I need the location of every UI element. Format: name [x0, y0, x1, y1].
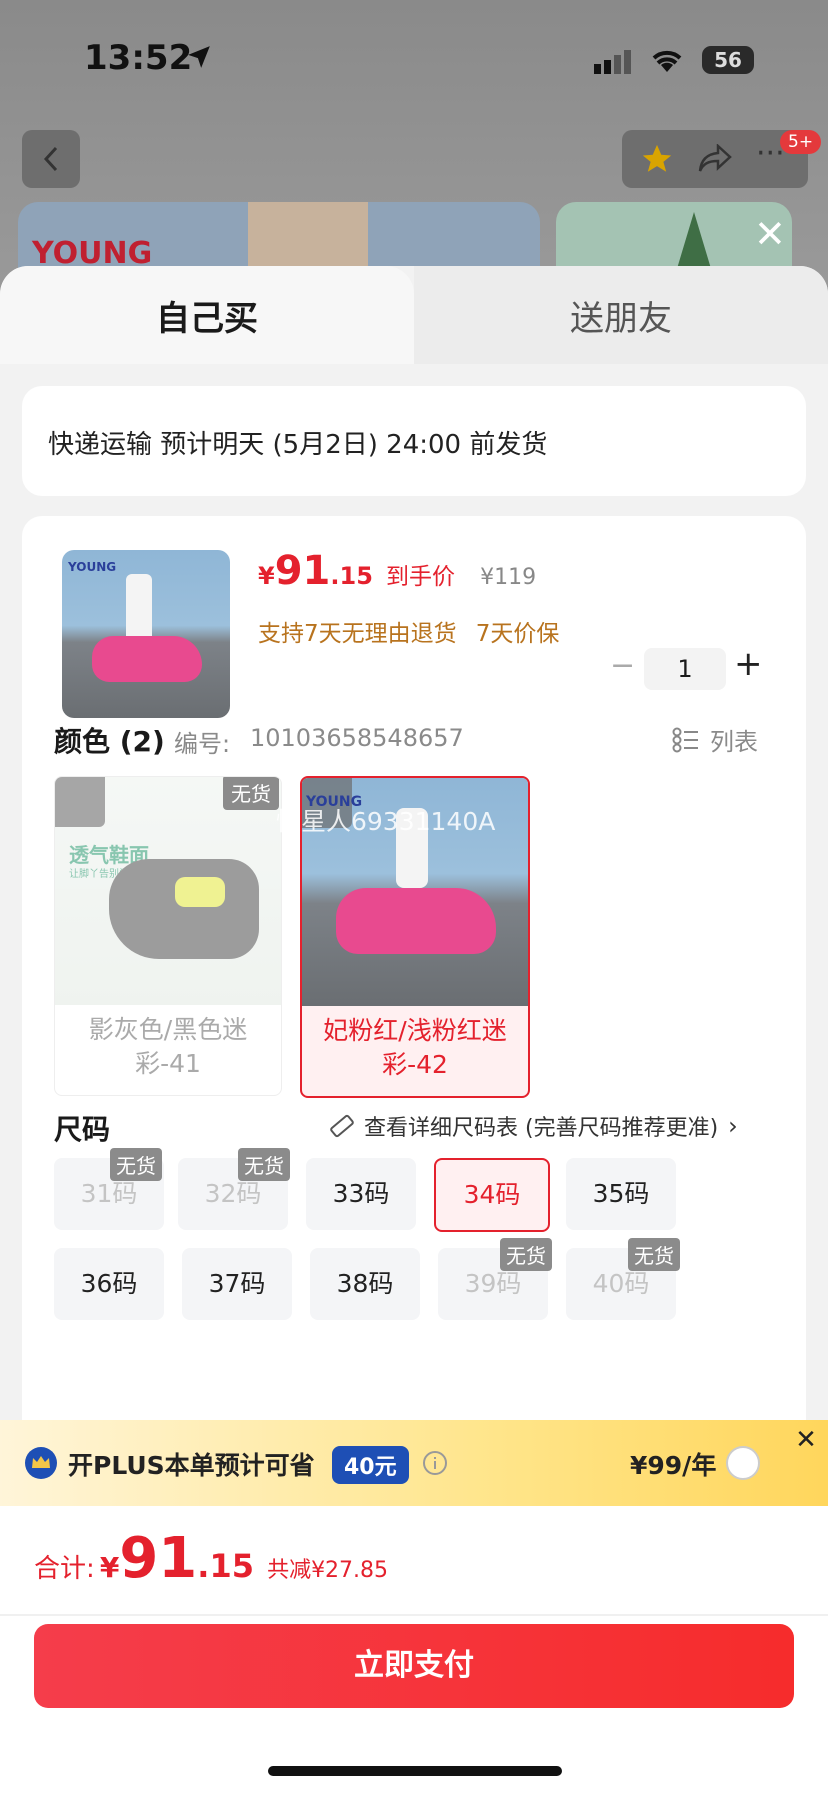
promo-return: 支持7天无理由退货	[258, 621, 457, 647]
size-label: 35码	[592, 1179, 650, 1208]
item-code-label: 编号:	[174, 730, 231, 758]
out-of-stock-tag: 无货	[500, 1238, 552, 1271]
color-option-gray[interactable]: 透气鞋面 让脚丫告别闷热 影灰色/黑色迷彩-41 无货	[54, 776, 282, 1096]
out-of-stock-tag: 无货	[628, 1238, 680, 1271]
shoe-insole-shape	[175, 877, 225, 907]
color-option-label: 影灰色/黑色迷彩-41	[88, 1015, 248, 1078]
plus-radio[interactable]	[726, 1446, 760, 1480]
crown-icon	[25, 1447, 57, 1479]
size-label: 34码	[463, 1180, 521, 1209]
list-icon	[672, 727, 698, 752]
sock-shape	[126, 574, 152, 644]
size-label: 40码	[592, 1269, 650, 1298]
shoe-gray-shape	[109, 859, 259, 959]
total-label: 合计:	[34, 1554, 95, 1584]
size-chart-link[interactable]: 查看详细尺码表 (完善尺码推荐更准) ›	[328, 1110, 738, 1142]
watermark-text: 慢星人69331140A	[276, 807, 496, 836]
size-label: 39码	[464, 1269, 522, 1298]
plus-save-amount: 40元	[332, 1446, 409, 1484]
color-option-label: 妃粉红/浅粉红迷彩-42	[323, 1016, 507, 1079]
cellular-signal-icon	[594, 50, 631, 74]
wifi-icon	[652, 50, 682, 72]
list-label: 列表	[710, 728, 758, 756]
out-of-stock-tag: 无货	[238, 1148, 290, 1181]
total-integer: 91	[119, 1526, 198, 1591]
location-arrow-icon	[188, 46, 210, 68]
shoe-pink-shape	[336, 888, 496, 954]
size-label: 32码	[204, 1179, 262, 1208]
size-label: 38码	[336, 1269, 394, 1298]
close-sheet-button[interactable]: ✕	[754, 214, 786, 254]
size-option-34[interactable]: 34码	[434, 1158, 550, 1232]
share-icon[interactable]	[698, 144, 732, 174]
out-of-stock-tag: 无货	[223, 777, 279, 810]
star-icon[interactable]	[640, 142, 674, 176]
pay-now-button[interactable]: 立即支付	[34, 1624, 794, 1708]
promo-price-protect: 7天价保	[475, 621, 560, 647]
quantity-minus-button[interactable]: −	[610, 648, 635, 683]
battery-indicator: 56	[702, 46, 754, 74]
expand-icon[interactable]	[55, 777, 105, 827]
price-integer: 91	[274, 548, 331, 594]
tab-gift-label: 送朋友	[570, 298, 672, 339]
info-icon[interactable]	[422, 1450, 448, 1476]
price-decimal: .15	[330, 562, 373, 590]
quantity-plus-button[interactable]: +	[734, 644, 763, 684]
size-label: 31码	[80, 1179, 138, 1208]
promo-row: 支持7天无理由退货 7天价保	[258, 614, 559, 648]
delivery-card[interactable]: 快递运输 预计明天 (5月2日) 24:00 前发货	[22, 386, 806, 496]
list-view-toggle[interactable]: 列表	[672, 722, 758, 757]
size-label: 33码	[332, 1179, 390, 1208]
size-chart-text: 查看详细尺码表 (完善尺码推荐更准)	[364, 1116, 719, 1141]
chevron-right-icon: ›	[728, 1112, 738, 1140]
original-price: ¥119	[480, 565, 537, 590]
plus-text: 开PLUS本单预计可省	[68, 1451, 315, 1480]
ruler-icon	[330, 1114, 354, 1138]
tab-self[interactable]: 自己买	[0, 266, 414, 374]
size-section-title: 尺码	[54, 1113, 111, 1146]
size-option-36[interactable]: 36码	[54, 1248, 164, 1320]
total-row: 合计: ¥91.15 共减¥27.85	[34, 1526, 388, 1591]
tree-decoration	[676, 212, 712, 272]
notification-badge: 5+	[780, 130, 822, 154]
size-option-33[interactable]: 33码	[306, 1158, 416, 1230]
price-row: ¥91.15 到手价 ¥119	[258, 548, 536, 594]
delivery-text: 快递运输 预计明天 (5月2日) 24:00 前发货	[48, 430, 548, 460]
size-option-37[interactable]: 37码	[182, 1248, 292, 1320]
plus-close-icon[interactable]: ✕	[784, 1420, 828, 1460]
plus-price: ¥99/年	[630, 1451, 717, 1480]
divider	[0, 1614, 828, 1616]
price-label: 到手价	[385, 564, 455, 590]
thumb-brand: YOUNG	[68, 560, 117, 574]
back-button[interactable]	[22, 130, 80, 188]
chevron-left-icon	[43, 146, 58, 172]
tab-self-label: 自己买	[156, 298, 258, 339]
color-section-title: 颜色 (2)	[54, 725, 165, 758]
size-label: 37码	[208, 1269, 266, 1298]
size-label: 36码	[80, 1269, 138, 1298]
status-time: 13:52	[84, 38, 193, 78]
total-discount: 共减¥27.85	[267, 1558, 389, 1583]
size-option-35[interactable]: 35码	[566, 1158, 676, 1230]
plus-membership-bar[interactable]: 开PLUS本单预计可省 40元 ¥99/年 ✕	[0, 1420, 828, 1506]
shoe-shape	[92, 636, 202, 682]
home-indicator	[268, 1766, 562, 1776]
status-bar: 13:52 56	[0, 0, 828, 120]
item-code: 10103658548657	[250, 724, 464, 752]
price-symbol: ¥	[258, 562, 275, 590]
tab-gift[interactable]: 送朋友	[414, 266, 828, 364]
total-decimal: .15	[197, 1547, 254, 1585]
out-of-stock-tag: 无货	[110, 1148, 162, 1181]
total-symbol: ¥	[99, 1551, 120, 1584]
color-option-image: 透气鞋面 让脚丫告别闷热	[55, 777, 281, 1005]
quantity-input[interactable]: 1	[644, 648, 726, 690]
product-thumbnail[interactable]: YOUNG	[62, 550, 230, 718]
size-option-38[interactable]: 38码	[310, 1248, 420, 1320]
